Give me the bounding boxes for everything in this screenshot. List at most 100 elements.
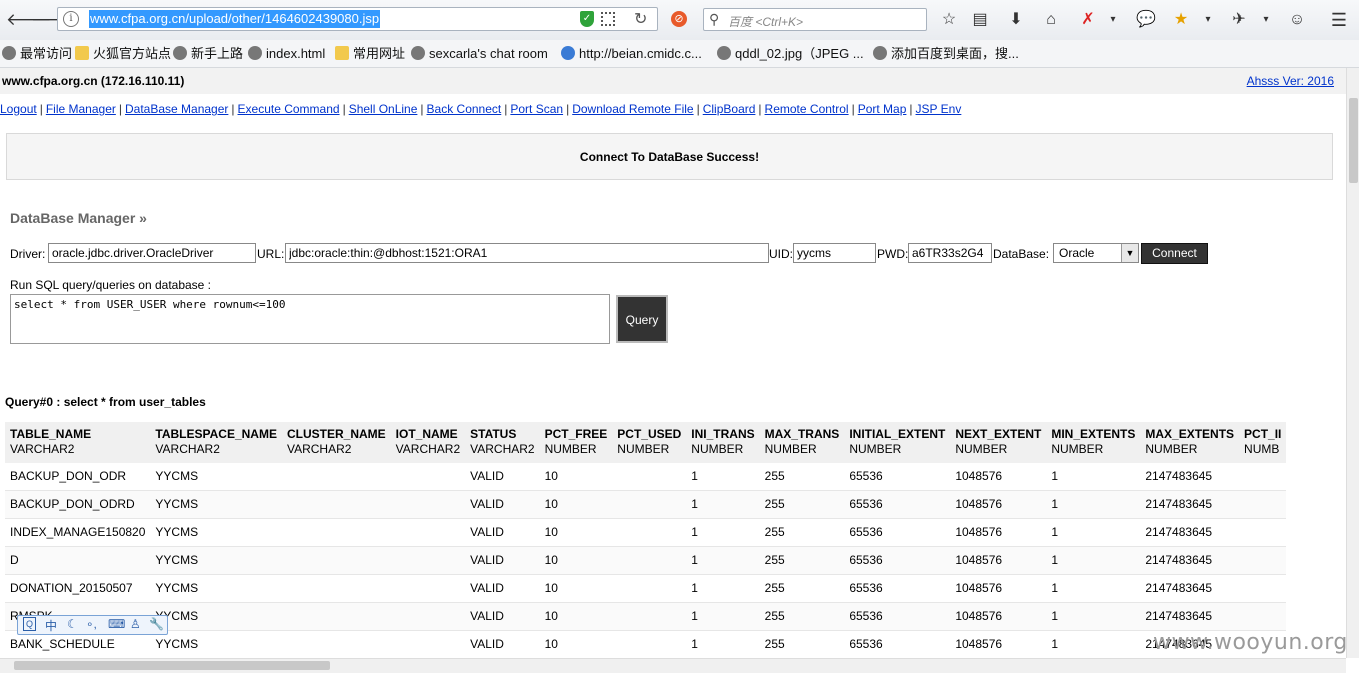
bookmark-item[interactable]: 常用网址 bbox=[335, 45, 405, 62]
bookmark-star-icon[interactable]: ☆ bbox=[938, 9, 960, 31]
tools-icon[interactable]: ✗ bbox=[1077, 9, 1099, 31]
column-name: INI_TRANS bbox=[691, 427, 755, 441]
search-placeholder: 百度 <Ctrl+K> bbox=[728, 15, 804, 29]
version-link[interactable]: Ahsss Ver: 2016 bbox=[1247, 74, 1334, 88]
column-type: NUMBER bbox=[764, 442, 817, 456]
table-cell bbox=[390, 463, 466, 491]
column-name: MAX_EXTENTS bbox=[1145, 427, 1235, 441]
user-icon[interactable]: ♙ bbox=[130, 617, 141, 631]
table-row: BACKUP_DON_ODRD YYCMS VALID 10 1 255 65536 1048… bbox=[5, 490, 1287, 519]
punctuation-icon[interactable]: ∘, bbox=[86, 617, 97, 631]
table-cell: 1 bbox=[1046, 463, 1141, 491]
security-shield-icon[interactable]: ✓ bbox=[580, 11, 594, 27]
horizontal-scroll-thumb[interactable] bbox=[14, 661, 330, 670]
qr-code-icon[interactable] bbox=[601, 12, 615, 26]
site-info-icon[interactable]: i bbox=[63, 11, 79, 27]
menu-separator: | bbox=[566, 102, 570, 116]
menu-database-manager[interactable]: DataBase Manager bbox=[125, 102, 228, 116]
column-type: NUMBER bbox=[955, 442, 1008, 456]
search-box[interactable]: ⚲ 百度 <Ctrl+K> bbox=[703, 8, 927, 31]
table-cell: 2147483645 bbox=[1140, 463, 1240, 491]
bookmark-item[interactable]: qddl_02.jpg（JPEG ... bbox=[717, 45, 864, 62]
column-type: NUMB bbox=[1244, 442, 1280, 456]
column-name: TABLE_NAME bbox=[10, 427, 92, 441]
table-cell bbox=[281, 602, 391, 631]
table-cell: 2147483645 bbox=[1140, 546, 1240, 575]
column-header: MAX_TRANS NUMBER bbox=[759, 422, 845, 463]
menu-port-map[interactable]: Port Map bbox=[858, 102, 907, 116]
vertical-scroll-thumb[interactable] bbox=[1349, 98, 1358, 183]
bookmark-item[interactable]: sexcarla's chat room bbox=[411, 45, 548, 62]
column-name: NEXT_EXTENT bbox=[955, 427, 1042, 441]
menu-download-remote-file[interactable]: Download Remote File bbox=[572, 102, 693, 116]
table-cell: VALID bbox=[465, 546, 540, 575]
sql-textarea[interactable]: select * from USER_USER where rownum<=10… bbox=[10, 294, 610, 344]
chevron-down-icon[interactable]: ▼ bbox=[1121, 244, 1138, 262]
menu-jsp-env[interactable]: JSP Env bbox=[916, 102, 962, 116]
menu-port-scan[interactable]: Port Scan bbox=[510, 102, 563, 116]
address-url[interactable]: www.cfpa.org.cn/upload/other/14646024390… bbox=[89, 10, 381, 28]
uid-input[interactable] bbox=[793, 243, 876, 263]
chat-icon[interactable]: 💬 bbox=[1135, 9, 1157, 31]
menu-file-manager[interactable]: File Manager bbox=[46, 102, 116, 116]
menu-clipboard[interactable]: ClipBoard bbox=[703, 102, 756, 116]
moon-icon[interactable]: ☾ bbox=[67, 617, 78, 631]
favorites-icon[interactable]: ★ bbox=[1170, 9, 1192, 31]
table-cell: YYCMS bbox=[150, 602, 282, 631]
host-info: www.cfpa.org.cn (172.16.110.11) bbox=[2, 74, 185, 88]
keyboard-icon[interactable]: ⌨ bbox=[108, 617, 125, 631]
table-cell bbox=[612, 490, 687, 519]
vertical-scrollbar[interactable] bbox=[1346, 68, 1359, 658]
menu-icon[interactable]: ☰ bbox=[1328, 9, 1350, 31]
table-cell bbox=[1239, 490, 1287, 519]
bookmark-item[interactable]: 最常访问 bbox=[2, 45, 72, 62]
table-cell: 65536 bbox=[844, 574, 951, 603]
menu-remote-control[interactable]: Remote Control bbox=[765, 102, 849, 116]
table-cell: 10 bbox=[539, 602, 613, 631]
bookmark-item[interactable]: 新手上路 bbox=[173, 45, 243, 62]
query-button[interactable]: Query bbox=[616, 295, 668, 343]
table-cell: BACKUP_DON_ODR bbox=[5, 463, 151, 491]
table-header-row: TABLE_NAME VARCHAR2 TABLESPACE_NAME VARCHAR… bbox=[5, 422, 1287, 463]
smiley-icon[interactable]: ☺ bbox=[1286, 9, 1308, 31]
bookmark-item[interactable]: http://beian.cmidc.c... bbox=[561, 45, 702, 62]
column-header: MAX_EXTENTS NUMBER bbox=[1140, 422, 1240, 463]
table-cell bbox=[1239, 518, 1287, 547]
wrench-icon[interactable]: 🔧 bbox=[149, 617, 164, 631]
bookmark-item[interactable]: 火狐官方站点 bbox=[75, 45, 171, 62]
table-cell: 2147483645 bbox=[1140, 574, 1240, 603]
column-header: IOT_NAME VARCHAR2 bbox=[390, 422, 466, 463]
table-cell bbox=[281, 574, 391, 603]
table-cell: 10 bbox=[539, 518, 613, 547]
menu-logout[interactable]: Logout bbox=[0, 102, 37, 116]
reading-list-icon[interactable]: ▤ bbox=[969, 9, 991, 31]
tools-dropdown-icon[interactable]: ▾ bbox=[1102, 9, 1124, 31]
menu-separator: | bbox=[696, 102, 700, 116]
pwd-input[interactable] bbox=[908, 243, 992, 263]
bookmark-item[interactable]: 添加百度到桌面，搜... bbox=[873, 45, 1019, 62]
extension-dropdown-icon[interactable]: ▾ bbox=[1255, 9, 1277, 31]
menu-separator: | bbox=[342, 102, 346, 116]
reload-icon[interactable]: ↻ bbox=[634, 9, 647, 29]
forward-icon[interactable]: 🡒 bbox=[31, 9, 77, 31]
menu-shell-online[interactable]: Shell OnLine bbox=[349, 102, 418, 116]
block-icon[interactable]: ⊘ bbox=[671, 11, 687, 27]
favorites-dropdown-icon[interactable]: ▾ bbox=[1197, 9, 1219, 31]
home-icon[interactable]: ⌂ bbox=[1040, 9, 1062, 31]
column-type: VARCHAR2 bbox=[470, 442, 535, 456]
url-input[interactable] bbox=[285, 243, 769, 263]
table-cell: YYCMS bbox=[150, 546, 282, 575]
back-icon[interactable]: 🡐 bbox=[6, 9, 52, 31]
horizontal-scrollbar[interactable] bbox=[0, 658, 1346, 673]
bookmark-item[interactable]: index.html bbox=[248, 45, 325, 62]
menu-back-connect[interactable]: Back Connect bbox=[427, 102, 502, 116]
menu-execute-command[interactable]: Execute Command bbox=[238, 102, 340, 116]
connect-button[interactable]: Connect bbox=[1141, 243, 1208, 264]
database-select[interactable]: Oracle ▼ bbox=[1053, 243, 1139, 263]
extension-icon[interactable]: ✈ bbox=[1228, 9, 1250, 31]
ime-logo-icon[interactable]: Q bbox=[23, 617, 36, 631]
ime-mode-toggle[interactable]: 中 bbox=[45, 617, 57, 634]
driver-input[interactable] bbox=[48, 243, 256, 263]
address-bar[interactable]: i www.cfpa.org.cn/upload/other/146460243… bbox=[57, 7, 658, 31]
download-icon[interactable]: ⬇ bbox=[1005, 9, 1027, 31]
